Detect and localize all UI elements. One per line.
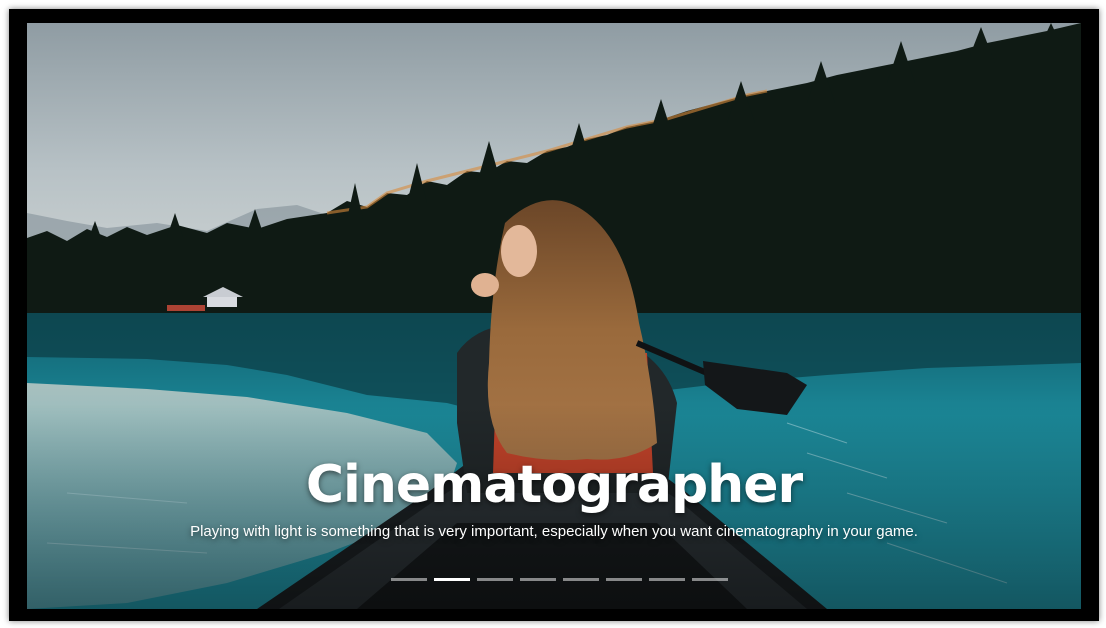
slide-subtitle: Playing with light is something that is … (190, 523, 918, 540)
carousel-indicator-2[interactable] (434, 578, 470, 581)
carousel-indicator-3[interactable] (477, 578, 513, 581)
slide-title: Cinematographer (305, 455, 803, 515)
carousel-indicator-8[interactable] (692, 578, 728, 581)
slide-caption: Cinematographer Playing with light is so… (27, 453, 1081, 541)
carousel-indicator-4[interactable] (520, 578, 556, 581)
carousel-indicators (391, 575, 728, 585)
carousel-indicator-5[interactable] (563, 578, 599, 581)
carousel-indicator-6[interactable] (606, 578, 642, 581)
carousel-indicator-7[interactable] (649, 578, 685, 581)
carousel-slide[interactable]: Cinematographer Playing with light is so… (27, 23, 1081, 609)
carousel-frame: Cinematographer Playing with light is so… (9, 9, 1099, 621)
carousel-indicator-1[interactable] (391, 578, 427, 581)
